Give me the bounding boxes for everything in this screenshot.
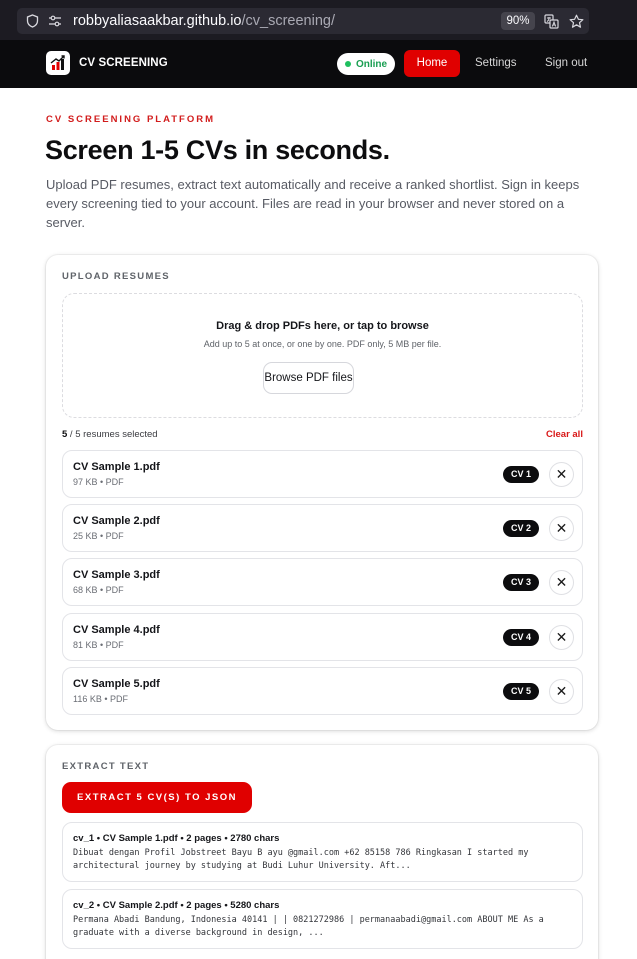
file-row-1: CV Sample 1.pdf 97 KB • PDF CV 1 ✕: [62, 450, 583, 498]
nav-settings-link[interactable]: Settings: [475, 40, 517, 88]
file-name: CV Sample 4.pdf: [73, 624, 160, 636]
result-header: cv_1 • CV Sample 1.pdf • 2 pages • 2780 …: [73, 833, 280, 844]
browser-toolbar: robbyaliasaakbar.github.io/cv_screening/…: [0, 0, 637, 40]
file-meta: 25 KB • PDF: [73, 531, 124, 541]
file-row-5: CV Sample 5.pdf 116 KB • PDF CV 5 ✕: [62, 667, 583, 715]
online-status-badge: Online: [337, 53, 395, 75]
zoom-level-badge[interactable]: 90%: [501, 12, 535, 30]
extract-result-2: cv_2 • CV Sample 2.pdf • 2 pages • 5280 …: [62, 889, 583, 949]
dropzone-subtitle: Add up to 5 at once, or one by one. PDF …: [203, 339, 442, 349]
permissions-icon[interactable]: [46, 8, 64, 34]
cv-tag: CV 1: [503, 466, 539, 483]
cv-tag: CV 2: [503, 520, 539, 537]
file-name: CV Sample 1.pdf: [73, 461, 160, 473]
nav-signout-link[interactable]: Sign out: [545, 40, 587, 88]
file-meta: 68 KB • PDF: [73, 585, 124, 595]
file-row-4: CV Sample 4.pdf 81 KB • PDF CV 4 ✕: [62, 613, 583, 661]
nav-home-button[interactable]: Home: [404, 50, 460, 77]
page-title: Screen 1-5 CVs in seconds.: [45, 135, 390, 165]
status-label: Online: [355, 58, 388, 70]
file-meta: 97 KB • PDF: [73, 477, 124, 487]
file-row-3: CV Sample 3.pdf 68 KB • PDF CV 3 ✕: [62, 558, 583, 606]
url-host: robbyaliasaakbar.github.io: [73, 13, 242, 29]
browse-pdf-button[interactable]: Browse PDF files: [263, 362, 354, 394]
cv-tag: CV 4: [503, 629, 539, 646]
extract-text-card: EXTRACT TEXT EXTRACT 5 CV(S) TO JSON cv_…: [46, 745, 598, 959]
url-path: /cv_screening/: [241, 13, 335, 29]
url-bar[interactable]: robbyaliasaakbar.github.io/cv_screening/…: [17, 8, 589, 34]
hero-eyebrow: CV SCREENING PLATFORM: [46, 114, 216, 125]
cv-tag: CV 3: [503, 574, 539, 591]
brand-name[interactable]: CV SCREENING: [79, 40, 168, 88]
remove-file-button[interactable]: ✕: [549, 570, 574, 595]
translate-icon[interactable]: [541, 8, 561, 34]
selected-count: 5 / 5 resumes selected: [62, 429, 158, 440]
result-preview-text: Permana Abadi Bandung, Indonesia 40141 |…: [73, 915, 544, 938]
upload-resumes-card: UPLOAD RESUMES Drag & drop PDFs here, or…: [46, 255, 598, 730]
file-name: CV Sample 2.pdf: [73, 515, 160, 527]
file-name: CV Sample 5.pdf: [73, 678, 160, 690]
result-preview-text: Dibuat dengan Profil Jobstreet Bayu B ay…: [73, 848, 529, 871]
dropzone-title: Drag & drop PDFs here, or tap to browse: [216, 320, 429, 332]
selected-count-suffix: / 5 resumes selected: [67, 429, 158, 440]
clear-all-button[interactable]: Clear all: [546, 429, 583, 440]
extract-section-title: EXTRACT TEXT: [62, 761, 150, 772]
remove-file-button[interactable]: ✕: [549, 679, 574, 704]
remove-file-button[interactable]: ✕: [549, 625, 574, 650]
file-meta: 81 KB • PDF: [73, 640, 124, 650]
cv-tag: CV 5: [503, 683, 539, 700]
hero-description: Upload PDF resumes, extract text automat…: [46, 177, 580, 230]
file-meta: 116 KB • PDF: [73, 694, 129, 704]
bookmark-star-icon[interactable]: [567, 8, 585, 34]
status-dot-icon: [344, 61, 351, 67]
logo[interactable]: [46, 51, 70, 75]
remove-file-button[interactable]: ✕: [549, 462, 574, 487]
file-name: CV Sample 3.pdf: [73, 569, 160, 581]
remove-file-button[interactable]: ✕: [549, 516, 574, 541]
url-text[interactable]: robbyaliasaakbar.github.io/cv_screening/: [73, 8, 335, 34]
extract-json-button[interactable]: EXTRACT 5 CV(S) TO JSON: [62, 782, 252, 813]
shield-icon[interactable]: [23, 8, 41, 34]
result-header: cv_2 • CV Sample 2.pdf • 2 pages • 5280 …: [73, 900, 280, 911]
pdf-dropzone[interactable]: Drag & drop PDFs here, or tap to browse …: [62, 293, 583, 418]
upload-section-title: UPLOAD RESUMES: [62, 271, 170, 282]
file-row-2: CV Sample 2.pdf 25 KB • PDF CV 2 ✕: [62, 504, 583, 552]
extract-result-1: cv_1 • CV Sample 1.pdf • 2 pages • 2780 …: [62, 822, 583, 882]
app-header: CV SCREENING Online Home Settings Sign o…: [0, 40, 637, 88]
chart-logo-icon: [50, 55, 65, 70]
